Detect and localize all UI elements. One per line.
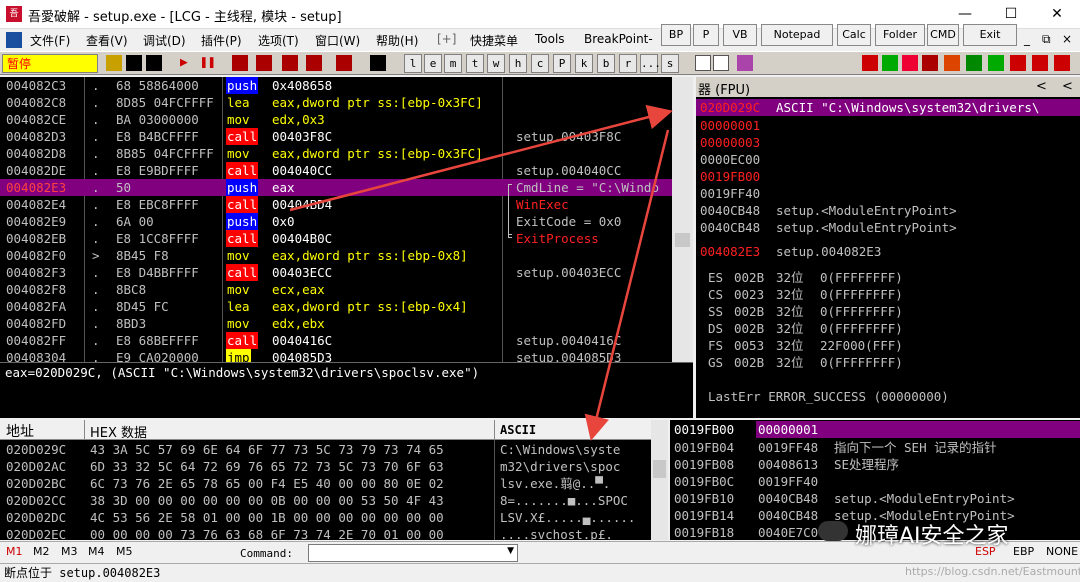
arrow-to-dump bbox=[584, 129, 670, 441]
annotation-arrows bbox=[289, 104, 673, 441]
arrow-to-registers bbox=[289, 104, 673, 212]
